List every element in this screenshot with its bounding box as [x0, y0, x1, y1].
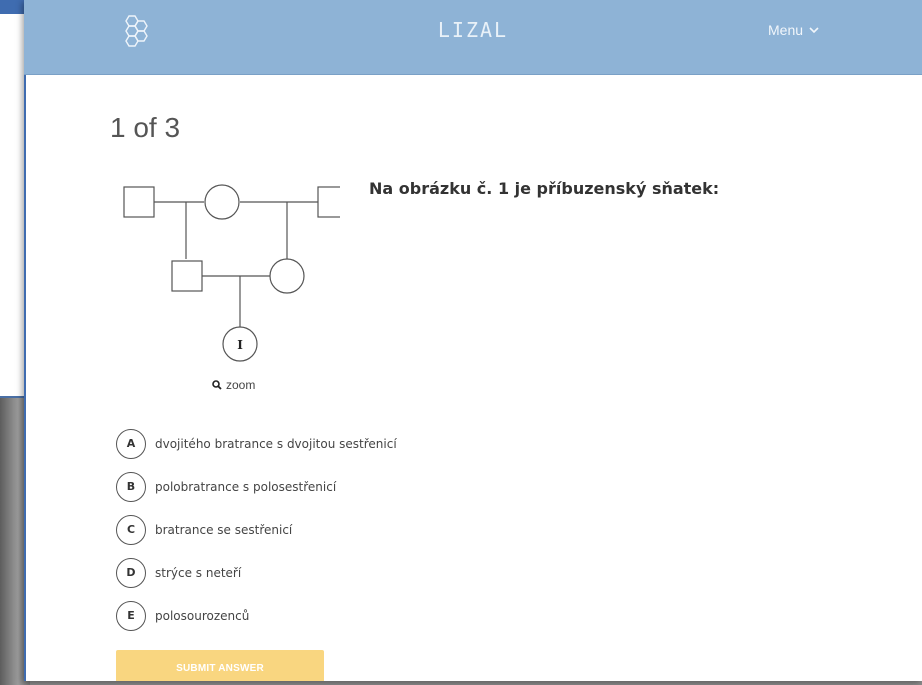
pedigree-male-3 — [171, 260, 203, 292]
menu-button[interactable]: Menu — [768, 22, 819, 38]
pedigree-male-2 — [317, 186, 340, 218]
option-b[interactable]: B polobratrance s polosestřenicí — [116, 465, 397, 508]
option-text[interactable]: strýce s neteří — [155, 566, 241, 580]
option-letter[interactable]: C — [116, 514, 146, 545]
pedigree-diagram[interactable]: I — [110, 174, 340, 374]
option-text[interactable]: bratrance se sestřenicí — [155, 523, 292, 537]
option-a[interactable]: A dvojitého bratrance s dvojitou sestřen… — [116, 422, 397, 465]
option-letter[interactable]: A — [116, 428, 146, 459]
app-header: LIZAL Menu — [24, 0, 922, 75]
zoom-label: zoom — [226, 378, 256, 392]
option-text[interactable]: polobratrance s polosestřenicí — [155, 480, 336, 494]
option-text[interactable]: polosourozenců — [155, 609, 249, 623]
option-letter[interactable]: E — [116, 600, 146, 631]
submit-answer-button[interactable]: SUBMIT ANSWER — [116, 650, 324, 681]
option-d[interactable]: D strýce s neteří — [116, 551, 397, 594]
chevron-down-icon — [809, 25, 819, 37]
quiz-window: LIZAL Menu 1 of 3 I zoom Na obrázku č. 1… — [24, 0, 922, 681]
option-e[interactable]: E polosourozenců — [116, 594, 397, 637]
zoom-link[interactable]: zoom — [212, 378, 255, 392]
pedigree-male-1 — [123, 186, 155, 218]
question-text: Na obrázku č. 1 je příbuzenský sňatek: — [369, 179, 720, 198]
question-progress: 1 of 3 — [110, 112, 181, 143]
pedigree-marker-label: I — [237, 338, 243, 352]
pedigree-female-1 — [204, 184, 240, 220]
pedigree-female-2 — [269, 258, 305, 294]
answer-options: A dvojitého bratrance s dvojitou sestřen… — [116, 422, 397, 637]
option-letter[interactable]: D — [116, 557, 146, 588]
option-text[interactable]: dvojitého bratrance s dvojitou sestřenic… — [155, 437, 397, 451]
magnifier-icon — [212, 380, 222, 390]
menu-label: Menu — [768, 22, 804, 38]
option-letter[interactable]: B — [116, 471, 146, 502]
option-c[interactable]: C bratrance se sestřenicí — [116, 508, 397, 551]
